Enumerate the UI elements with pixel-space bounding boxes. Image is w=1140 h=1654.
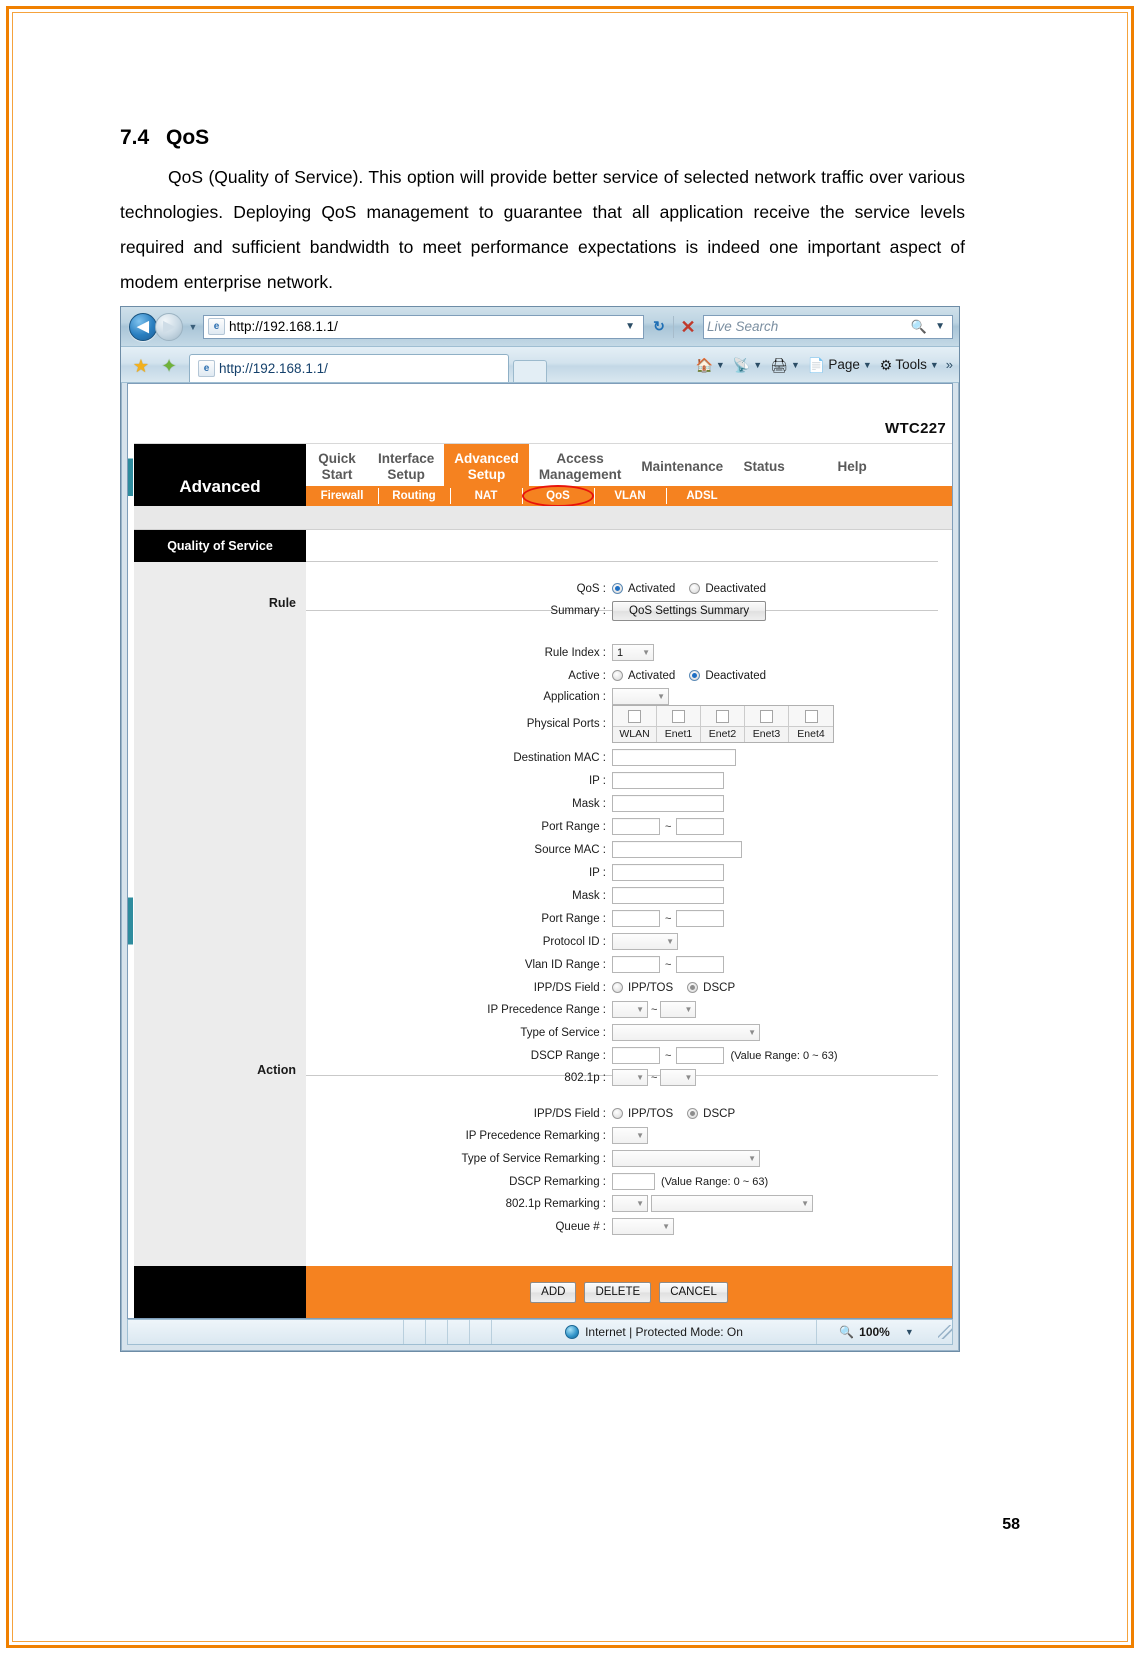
page-border-inner [12, 12, 1128, 1642]
